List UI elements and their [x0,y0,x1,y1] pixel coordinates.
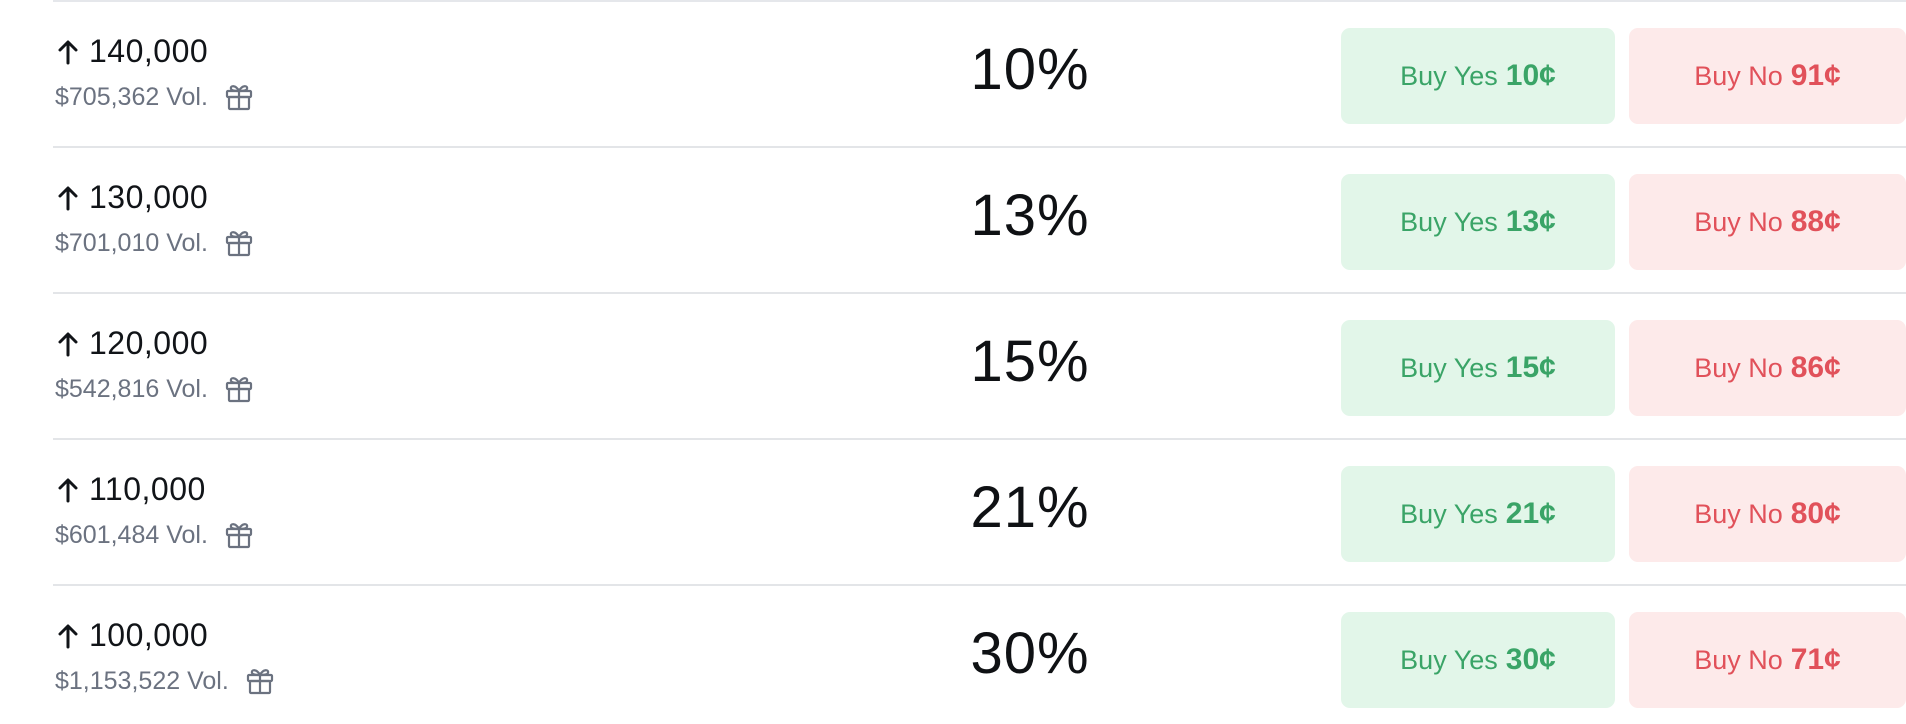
volume: $542,816 Vol. [55,374,254,404]
buy-no-button[interactable]: Buy No 71¢ [1629,612,1906,708]
buy-no-label: Buy No [1694,60,1783,91]
arrow-up-icon [58,40,78,64]
outcome-label: 120,000 [89,325,209,361]
volume: $701,010 Vol. [55,228,254,258]
outcome: 120,000 [57,325,208,362]
buy-no-button[interactable]: Buy No 91¢ [1629,28,1906,124]
chance-percent: 15% [970,329,1090,394]
market-row[interactable]: 120,000 $542,816 Vol. 15% Buy Yes 15¢ Buy… [53,294,1906,440]
volume-text: $601,484 Vol. [55,520,208,549]
outcome: 110,000 [57,471,206,508]
volume-text: $542,816 Vol. [55,374,208,403]
buy-yes-button[interactable]: Buy Yes 30¢ [1341,612,1615,708]
buy-yes-label: Buy Yes [1400,206,1498,237]
market-row[interactable]: 100,000 $1,153,522 Vol. 30% Buy Yes 30¢ B… [53,586,1906,724]
buy-yes-button[interactable]: Buy Yes 13¢ [1341,174,1615,270]
buy-no-price: 88¢ [1790,205,1841,238]
chance-percent: 21% [970,475,1090,540]
market-row[interactable]: 110,000 $601,484 Vol. 21% Buy Yes 21¢ Buy… [53,440,1906,586]
volume-text: $1,153,522 Vol. [55,666,229,695]
buy-yes-label: Buy Yes [1400,60,1498,91]
buy-no-price: 91¢ [1790,59,1841,92]
market-row[interactable]: 130,000 $701,010 Vol. 13% Buy Yes 13¢ Buy… [53,148,1906,294]
outcome: 130,000 [57,179,208,216]
arrow-up-icon [58,624,78,648]
buy-no-button[interactable]: Buy No 80¢ [1629,466,1906,562]
volume-text: $701,010 Vol. [55,228,208,257]
gift-icon[interactable] [224,520,254,550]
buy-no-label: Buy No [1694,352,1783,383]
gift-icon[interactable] [224,82,254,112]
buy-yes-price: 30¢ [1505,643,1556,676]
outcome-label: 130,000 [89,179,209,215]
buy-no-label: Buy No [1694,644,1783,675]
arrow-up-icon [58,332,78,356]
buy-yes-label: Buy Yes [1400,352,1498,383]
buy-yes-price: 13¢ [1505,205,1556,238]
chance-percent: 30% [970,621,1090,686]
arrow-up-icon [58,186,78,210]
buy-no-price: 80¢ [1790,497,1841,530]
volume: $1,153,522 Vol. [55,666,275,696]
buy-yes-price: 15¢ [1505,351,1556,384]
arrow-up-icon [58,478,78,502]
volume: $601,484 Vol. [55,520,254,550]
chance-percent: 13% [970,183,1090,248]
outcome: 140,000 [57,33,208,70]
outcome-label: 110,000 [89,471,206,507]
chance-percent: 10% [970,37,1090,102]
volume: $705,362 Vol. [55,82,254,112]
volume-text: $705,362 Vol. [55,82,208,111]
buy-yes-button[interactable]: Buy Yes 15¢ [1341,320,1615,416]
outcome: 100,000 [57,617,208,654]
buy-yes-label: Buy Yes [1400,644,1498,675]
gift-icon[interactable] [245,666,275,696]
outcome-label: 100,000 [89,617,209,653]
buy-yes-label: Buy Yes [1400,498,1498,529]
buy-no-button[interactable]: Buy No 88¢ [1629,174,1906,270]
buy-no-price: 71¢ [1790,643,1841,676]
buy-no-button[interactable]: Buy No 86¢ [1629,320,1906,416]
buy-yes-button[interactable]: Buy Yes 21¢ [1341,466,1615,562]
buy-yes-price: 21¢ [1505,497,1556,530]
gift-icon[interactable] [224,374,254,404]
buy-yes-button[interactable]: Buy Yes 10¢ [1341,28,1615,124]
buy-no-label: Buy No [1694,206,1783,237]
gift-icon[interactable] [224,228,254,258]
market-list: 140,000 $705,362 Vol. 10% Buy Yes 10¢ Buy… [0,0,1906,724]
buy-no-price: 86¢ [1790,351,1841,384]
buy-no-label: Buy No [1694,498,1783,529]
buy-yes-price: 10¢ [1505,59,1556,92]
market-row[interactable]: 140,000 $705,362 Vol. 10% Buy Yes 10¢ Buy… [53,2,1906,148]
outcome-label: 140,000 [89,33,209,69]
